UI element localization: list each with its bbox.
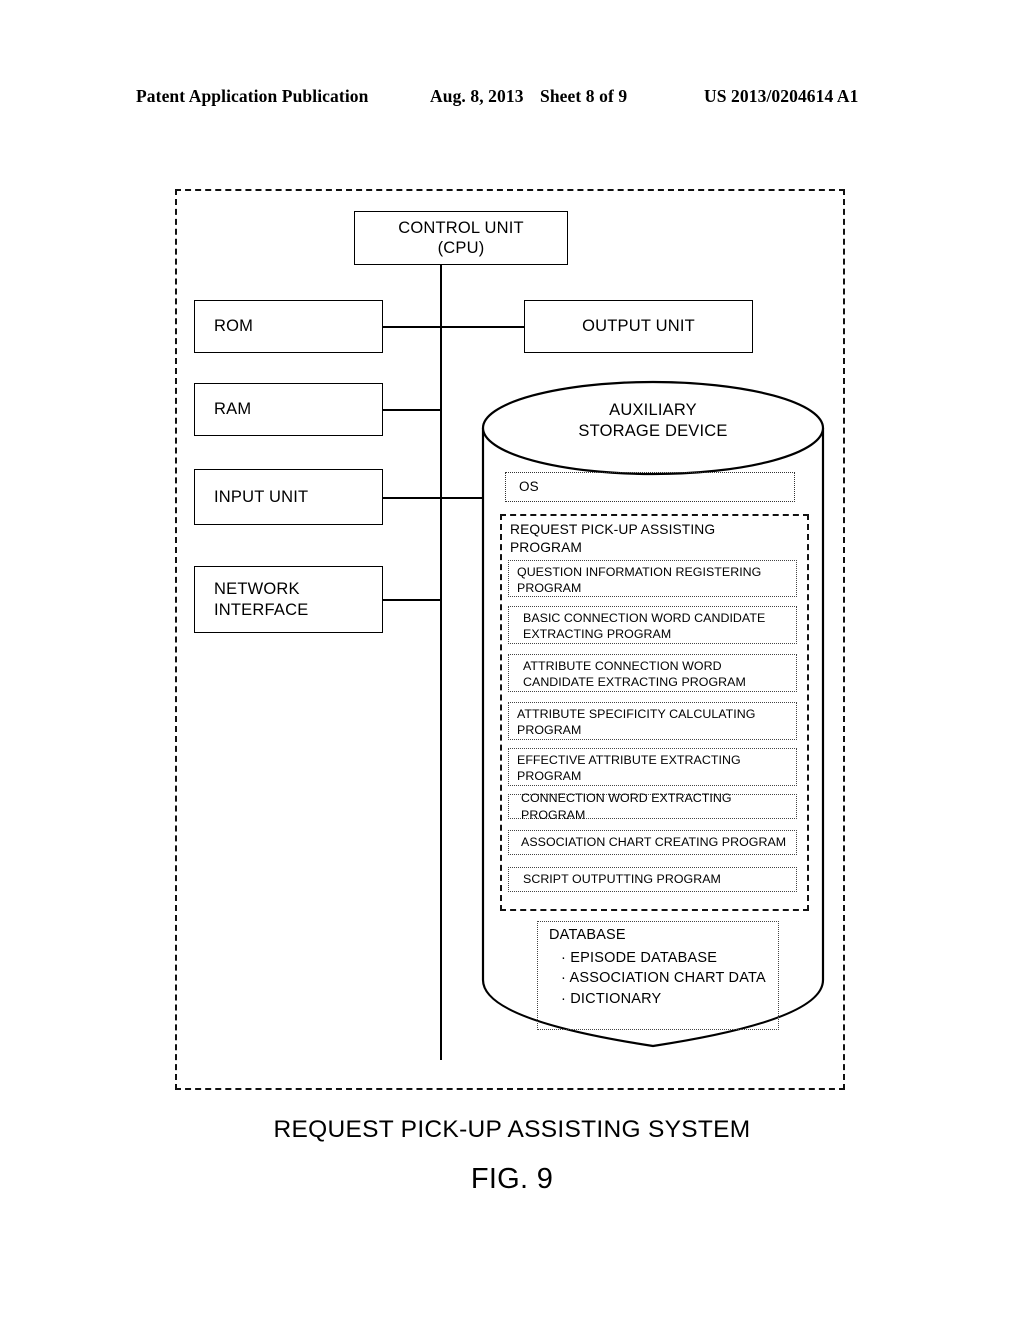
program-group-title-line1: REQUEST PICK-UP ASSISTING <box>510 522 716 537</box>
bus-line-vertical <box>440 265 442 1060</box>
network-interface-box: NETWORK INTERFACE <box>194 566 383 633</box>
ram-label: RAM <box>214 400 252 419</box>
program-item: ASSOCIATION CHART CREATING PROGRAM <box>508 830 797 855</box>
auxiliary-storage-title-line1: AUXILIARY <box>609 401 697 419</box>
program-item: ATTRIBUTE SPECIFICITY CALCULATING PROGRA… <box>508 702 797 740</box>
os-box: OS <box>505 472 795 502</box>
program-item: SCRIPT OUTPUTTING PROGRAM <box>508 867 797 892</box>
database-entry: · ASSOCIATION CHART DATA <box>561 970 766 986</box>
program-item: BASIC CONNECTION WORD CANDIDATE EXTRACTI… <box>508 606 797 644</box>
figure-system-caption: REQUEST PICK-UP ASSISTING SYSTEM <box>273 1116 751 1143</box>
connector-network-interface <box>383 599 441 601</box>
connector-output-unit <box>440 326 525 328</box>
publication-header: Patent Application Publication Aug. 8, 2… <box>0 86 1024 112</box>
database-title: DATABASE <box>549 927 626 943</box>
ram-box: RAM <box>194 383 383 436</box>
program-item: EFFECTIVE ATTRIBUTE EXTRACTING PROGRAM <box>508 748 797 786</box>
input-unit-box: INPUT UNIT <box>194 469 383 525</box>
database-entry: · DICTIONARY <box>561 990 662 1007</box>
program-item: CONNECTION WORD EXTRACTING PROGRAM <box>508 791 797 822</box>
header-date-label: Aug. 8, 2013 <box>430 86 524 106</box>
database-box: DATABASE · EPISODE DATABASE · ASSOCIATIO… <box>537 921 779 1030</box>
control-unit-box: CONTROL UNIT (CPU) <box>354 211 568 265</box>
database-entry: · EPISODE DATABASE <box>561 949 718 966</box>
output-unit-box: OUTPUT UNIT <box>524 300 753 353</box>
network-interface-label-line2: INTERFACE <box>214 600 309 619</box>
connector-input-unit <box>383 497 441 499</box>
program-group-title-line2: PROGRAM <box>510 539 582 555</box>
connector-storage-device <box>440 497 483 499</box>
auxiliary-storage-title: AUXILIARY STORAGE DEVICE <box>481 400 825 442</box>
os-label: OS <box>519 478 539 494</box>
program-item: ATTRIBUTE CONNECTION WORD CANDIDATE EXTR… <box>508 654 797 692</box>
auxiliary-storage-title-line2: STORAGE DEVICE <box>578 422 728 441</box>
input-unit-label: INPUT UNIT <box>214 487 309 506</box>
connector-rom <box>383 326 441 328</box>
output-unit-label: OUTPUT UNIT <box>582 317 695 336</box>
figure-number-caption: FIG. 9 <box>470 1163 554 1195</box>
request-pickup-assisting-program-title: REQUEST PICK-UP ASSISTING PROGRAM <box>510 521 760 556</box>
header-publication-label: Patent Application Publication <box>136 86 369 106</box>
program-item: QUESTION INFORMATION REGISTERING PROGRAM <box>508 560 797 597</box>
control-unit-label-line2: (CPU) <box>437 239 485 257</box>
connector-ram <box>383 409 441 411</box>
control-unit-label-line1: CONTROL UNIT <box>398 218 524 237</box>
header-patent-number: US 2013/0204614 A1 <box>704 86 859 106</box>
network-interface-label-line1: NETWORK <box>214 580 300 599</box>
rom-label: ROM <box>214 317 254 336</box>
header-sheet-label: Sheet 8 of 9 <box>540 86 628 106</box>
rom-box: ROM <box>194 300 383 353</box>
